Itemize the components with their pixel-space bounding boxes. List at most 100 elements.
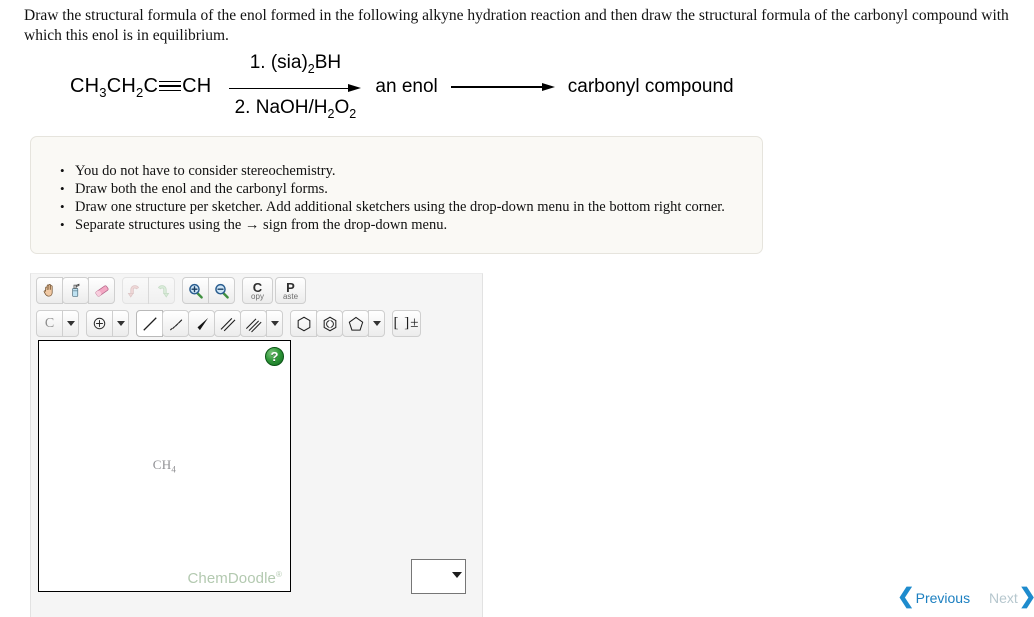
toolbar-group-zoom [182,277,235,304]
reactant-terminal-ch: CH [182,74,212,97]
toolbar-group-bonds [136,310,283,337]
condition-2-mid: O [334,96,350,118]
benzene-ring-tool-button[interactable] [290,310,317,337]
chevron-down-icon [270,321,279,326]
triple-bond-tool-button[interactable] [240,310,267,337]
zoom-in-tool-button[interactable] [182,277,209,304]
hand-icon [43,283,53,297]
toolbar-group-clipboard: C opy P aste [242,277,306,304]
element-dropdown-button[interactable] [62,310,79,337]
single-bond-tool-button[interactable] [136,310,163,337]
element-label-icon: C [44,315,55,331]
copy-tool-button[interactable]: C opy [242,277,273,304]
condition-2-sub2: 2 [349,106,357,121]
charge-dropdown-button[interactable] [112,310,129,337]
sketcher-add-dropdown[interactable] [411,559,466,594]
clear-tool-button[interactable] [62,277,89,304]
reaction-scheme: CH3CH2C CH 1. (sia)2BH 2. NaOH/H2O2 an en… [70,52,734,121]
toolbar-group-edit [36,277,115,304]
toolbar-group-brackets: [ ]± [392,310,421,337]
ring-dropdown-button[interactable] [368,310,385,337]
double-bond-tool-button[interactable] [214,310,241,337]
eraser-icon [95,284,108,297]
bond-dropdown-button[interactable] [266,310,283,337]
single-bond-icon [142,316,157,331]
chevron-down-icon [66,321,75,326]
chevron-down-icon [116,321,125,326]
instructions-list: You do not have to consider stereochemis… [31,137,762,235]
aromatic-ring-tool-button[interactable] [316,310,343,337]
sketcher-toolbar-secondary: C []± [36,310,428,337]
reactant-c: C [143,74,159,97]
previous-button[interactable]: ❮ Previous [897,585,971,608]
toolbar-group-history [122,277,175,304]
aromatic-hexagon-icon [323,316,336,331]
eraser-tool-button[interactable] [88,277,115,304]
chevron-left-icon: ❮ [897,585,915,608]
condition-1-sub: 2 [307,61,315,76]
wedge-bond-icon [197,317,208,330]
hexagon-icon [297,316,310,331]
toolbar-group-elements: C [36,310,79,337]
cyclopentane-ring-tool-button[interactable] [342,310,369,337]
copy-icon: C opy [251,281,264,301]
instruction-item: Draw both the enol and the carbonyl form… [60,180,762,199]
hashed-bond-tool-button[interactable] [162,310,189,337]
next-button[interactable]: Next ❯ [989,586,1034,608]
element-carbon-tool-button[interactable]: C [36,310,63,337]
copy-suffix: opy [251,291,264,301]
reactant-formula: CH3CH2C CH [70,75,211,100]
condition-2-pre: 2. NaOH/H [234,96,328,118]
sketcher-canvas[interactable]: ? CH4 ChemDoodle® [38,340,291,592]
undo-tool-button[interactable] [122,277,149,304]
chemdoodle-wordmark: ChemDoodle [187,570,276,587]
paste-icon: P aste [283,281,298,301]
toolbar-group-rings [290,310,385,337]
reaction-conditions: 1. (sia)2BH 2. NaOH/H2O2 [229,51,362,126]
triple-bond-icon [245,317,262,332]
instructions-card: You do not have to consider stereochemis… [30,136,763,254]
charge-tool-button[interactable] [86,310,113,337]
intermediate-label: an enol [375,76,438,97]
reaction-arrow-1 [229,83,362,95]
question-prompt: Draw the structural formula of the enol … [24,7,1009,44]
circle-plus-icon [93,317,106,330]
reactant-ch: CH [70,74,100,97]
product-label: carbonyl compound [567,76,734,97]
chevron-right-icon: ❯ [1019,586,1034,607]
reactant-ch2: CH [106,74,137,97]
pentagon-icon [348,316,363,331]
magnifier-plus-icon [188,283,203,299]
zoom-out-tool-button[interactable] [208,277,235,304]
instruction-item: Draw one structure per sketcher. Add add… [60,198,762,217]
condition-1-post: BH [314,51,342,73]
paste-tool-button[interactable]: P aste [275,277,306,304]
chemdoodle-watermark: ChemDoodle® [187,570,282,587]
canvas-formula-sub: 4 [171,464,177,475]
magnifier-minus-icon [214,283,229,299]
reactant-sub-3: 3 [99,84,107,100]
paste-suffix: aste [282,291,299,301]
triple-bond-icon [159,80,182,92]
hashed-bond-icon [169,319,182,330]
canvas-structure-label: CH4 [39,457,290,475]
bracket-charge-tool-button[interactable]: [ ]± [392,310,421,337]
previous-label: Previous [915,589,971,606]
pan-hand-tool-button[interactable] [36,277,63,304]
instruction-item: Separate structures using the → sign fro… [60,216,762,235]
double-bond-icon [220,317,235,331]
wedge-bond-tool-button[interactable] [188,310,215,337]
registered-trademark-icon: ® [276,570,282,579]
condition-step-1: 1. (sia)2BH [248,51,343,81]
condition-step-2: 2. NaOH/H2O2 [233,96,359,126]
redo-arrow-icon [158,285,170,298]
sketcher-toolbar-primary: C opy P aste [36,277,313,304]
help-button[interactable]: ? [265,347,284,366]
chevron-down-icon [372,321,381,326]
instruction-item: You do not have to consider stereochemis… [60,162,762,181]
spray-bottle-icon [72,283,80,297]
redo-tool-button[interactable] [148,277,175,304]
undo-arrow-icon [127,285,139,298]
toolbar-group-charge [86,310,129,337]
next-label: Next [989,589,1018,606]
